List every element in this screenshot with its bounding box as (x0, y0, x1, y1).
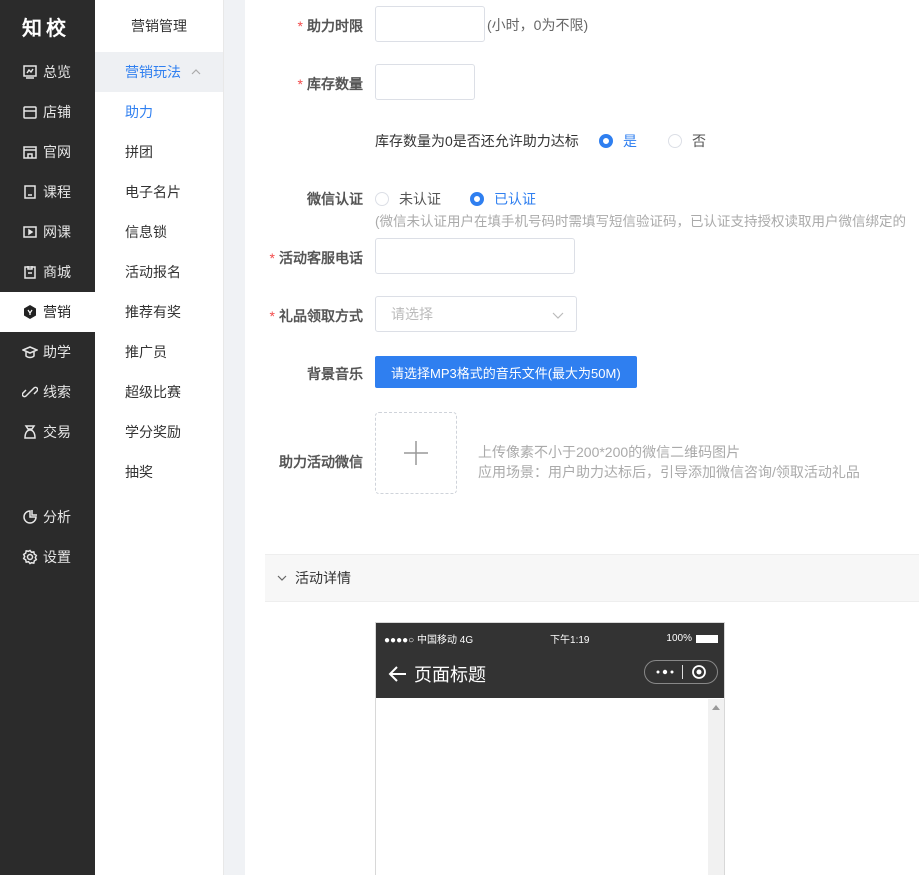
nav-item-course[interactable]: 课程 (0, 172, 95, 212)
analysis-icon (22, 509, 38, 525)
service-phone-input[interactable] (375, 238, 575, 274)
subnav-item-referral[interactable]: 推荐有奖 (95, 292, 223, 332)
subnav-group-marketing-play[interactable]: 营销玩法 (95, 52, 223, 92)
subnav-item-lottery[interactable]: 抽奖 (95, 452, 223, 492)
nav-item-label: 交易 (43, 424, 71, 440)
phone-status-bar: ●●●●○ 中国移动 4G 下午1:19 100% (384, 631, 718, 646)
settings-icon (22, 549, 38, 565)
field-label: * 礼品领取方式 (269, 308, 363, 324)
nav-item-label: 设置 (43, 549, 71, 565)
nav-item-store[interactable]: 店铺 (0, 92, 95, 132)
nav-item-label: 线索 (43, 384, 71, 400)
phone-page-title: 页面标题 (388, 661, 486, 687)
nav-item-label: 官网 (43, 144, 71, 160)
form-row-stock: * 库存数量 (245, 64, 919, 100)
nav-item-marketing[interactable]: 营销 (0, 292, 95, 332)
field-label: * 助力时限 (297, 18, 363, 34)
main-nav: 知校 总览 店铺 官网 课程 网课 商城 营销 助学 线索 交易 分析 设置 (0, 0, 95, 875)
nav-item-mall[interactable]: 商城 (0, 252, 95, 292)
trade-icon (22, 424, 38, 440)
activity-details-collapse[interactable]: 活动详情 (265, 554, 919, 602)
nav-item-leads[interactable]: 线索 (0, 372, 95, 412)
nav-item-website[interactable]: 官网 (0, 132, 95, 172)
chevron-down-icon (277, 575, 287, 581)
time-limit-hint: (小时，0为不限) (487, 17, 589, 33)
leads-icon (22, 384, 38, 400)
more-icon[interactable] (655, 668, 675, 676)
nav-item-online-course[interactable]: 网课 (0, 212, 95, 252)
phone-scrollbar[interactable] (708, 699, 724, 875)
video-icon (22, 224, 38, 240)
main-form: * 助力时限 (小时，0为不限) * 库存数量 库存数量为0是否还允许助力达标 是 … (245, 0, 919, 875)
chevron-down-icon (552, 312, 564, 319)
subnav-title: 营销管理 (131, 18, 187, 34)
chevron-up-icon (191, 69, 201, 75)
subnav-item-credit-reward[interactable]: 学分奖励 (95, 412, 223, 452)
gift-method-select[interactable]: 请选择 (375, 296, 577, 332)
field-label: 助力活动微信 (279, 454, 363, 470)
stock-zero-question: 库存数量为0是否还允许助力达标 (375, 133, 579, 149)
plus-icon (404, 441, 428, 465)
phone-preview: ●●●●○ 中国移动 4G 下午1:19 100% 页面标题 (375, 622, 725, 875)
study-icon (22, 344, 38, 360)
wechat-unverified-radio[interactable]: 未认证 (375, 189, 441, 209)
form-row-stock-zero: 库存数量为0是否还允许助力达标 是 否 (245, 130, 919, 150)
sub-nav: 营销管理 营销玩法 助力 拼团 电子名片 信息锁 活动报名 推荐有奖 推广员 超… (95, 0, 224, 875)
form-row-time-limit: * 助力时限 (小时，0为不限) (245, 6, 919, 42)
store-icon (22, 104, 38, 120)
form-row-bg-music: 背景音乐 请选择MP3格式的音乐文件(最大为50M) (245, 356, 919, 388)
stock-zero-yes-radio[interactable]: 是 (599, 131, 637, 151)
stock-zero-no-radio[interactable]: 否 (668, 131, 706, 151)
form-row-service-phone: * 活动客服电话 (245, 238, 919, 274)
upload-qr-hints: 上传像素不小于200*200的微信二维码图片 应用场景：用户助力达标后，引导添加… (478, 444, 860, 480)
subnav-item-info-lock[interactable]: 信息锁 (95, 212, 223, 252)
nav-item-label: 网课 (43, 224, 71, 240)
wechat-verified-radio[interactable]: 已认证 (470, 189, 536, 209)
close-circle-icon[interactable] (691, 664, 707, 680)
nav-item-label: 课程 (43, 184, 71, 200)
subnav-item-promoter[interactable]: 推广员 (95, 332, 223, 372)
back-arrow-icon[interactable] (388, 664, 408, 684)
form-row-gift-method: * 礼品领取方式 请选择 (245, 296, 919, 332)
course-icon (22, 184, 38, 200)
marketing-icon (22, 304, 38, 320)
field-label: 背景音乐 (307, 366, 363, 382)
brand-logo: 知校 (22, 17, 70, 40)
nav-item-settings[interactable]: 设置 (0, 537, 95, 577)
form-row-wechat-auth: 微信认证 未认证 已认证 (微信未认证用户在填手机号码时需填写短信验证码，已认证… (245, 186, 919, 230)
upload-qr-button[interactable] (375, 412, 457, 494)
subnav-item-super-contest[interactable]: 超级比赛 (95, 372, 223, 412)
mini-program-capsule[interactable] (644, 660, 718, 684)
nav-item-label: 店铺 (43, 104, 71, 120)
subnav-group-label: 营销玩法 (125, 64, 181, 80)
subnav-item-event-signup[interactable]: 活动报名 (95, 252, 223, 292)
nav-item-label: 营销 (43, 304, 71, 320)
stock-input[interactable] (375, 64, 475, 100)
nav-item-label: 分析 (43, 509, 71, 525)
field-label: 微信认证 (307, 191, 363, 207)
scroll-up-icon[interactable] (712, 705, 720, 710)
field-label: * 活动客服电话 (269, 250, 363, 266)
nav-item-label: 助学 (43, 344, 71, 360)
subnav-item-business-card[interactable]: 电子名片 (95, 172, 223, 212)
form-row-wechat-qr: 助力活动微信 上传像素不小于200*200的微信二维码图片 应用场景：用户助力达… (245, 412, 919, 494)
battery-icon (696, 634, 718, 643)
nav-item-overview[interactable]: 总览 (0, 52, 95, 92)
nav-item-label: 商城 (43, 264, 71, 280)
time-limit-input[interactable] (375, 6, 485, 42)
upload-music-button[interactable]: 请选择MP3格式的音乐文件(最大为50M) (375, 356, 637, 388)
website-icon (22, 144, 38, 160)
mall-icon (22, 264, 38, 280)
nav-item-label: 总览 (43, 64, 71, 80)
dashboard-icon (22, 64, 38, 80)
nav-item-analysis[interactable]: 分析 (0, 497, 95, 537)
subnav-item-group-buy[interactable]: 拼团 (95, 132, 223, 172)
nav-item-study[interactable]: 助学 (0, 332, 95, 372)
phone-header: ●●●●○ 中国移动 4G 下午1:19 100% 页面标题 (376, 623, 724, 698)
wechat-auth-hint: (微信未认证用户在填手机号码时需填写短信验证码，已认证支持授权读取用户微信绑定的 (375, 214, 906, 229)
nav-item-trade[interactable]: 交易 (0, 412, 95, 452)
field-label: * 库存数量 (297, 76, 363, 92)
subnav-item-boost[interactable]: 助力 (95, 92, 223, 132)
